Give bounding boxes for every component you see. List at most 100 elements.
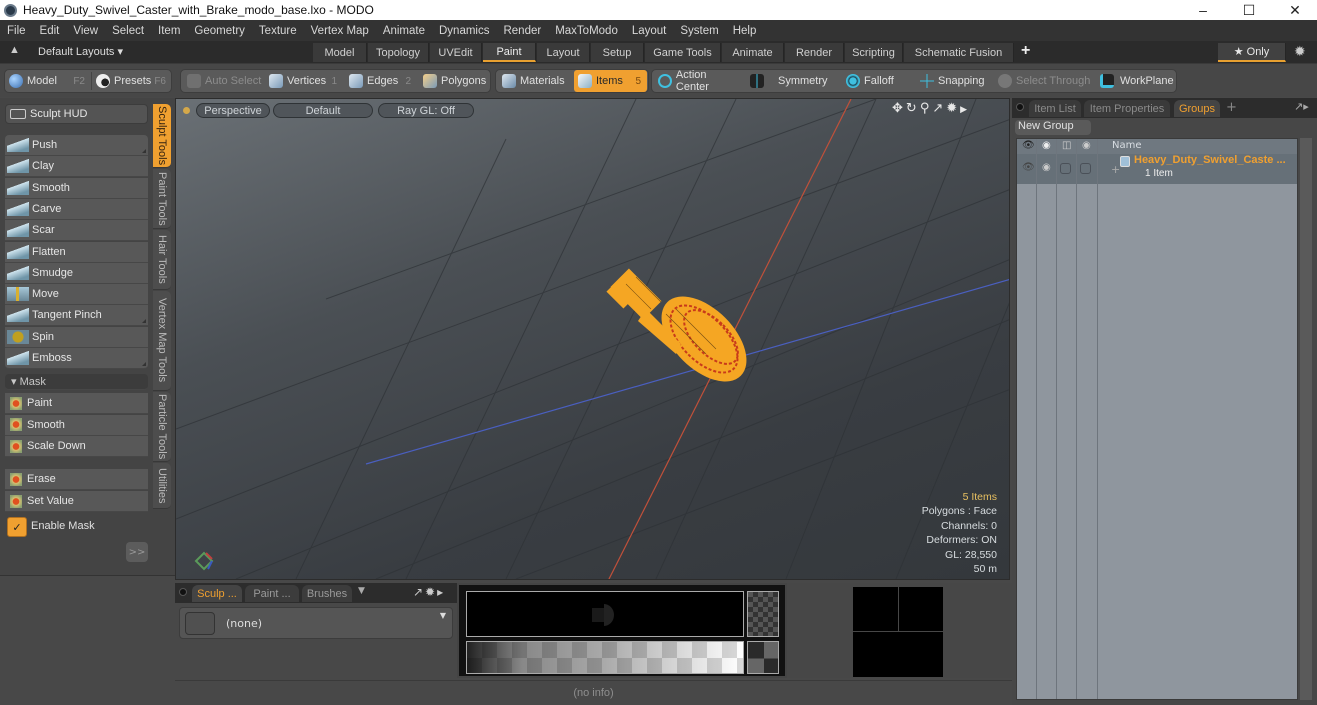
tab-dropdown-icon[interactable]: ▼ [358,586,365,596]
tab-scripting[interactable]: Scripting [845,43,903,62]
panel-options-icon[interactable] [179,588,187,596]
tool-carve[interactable]: Carve [5,198,148,220]
presets-button[interactable]: Presets F6 [92,70,172,92]
render-column-icon[interactable]: ◉ [1042,140,1051,151]
brush-panel-controls-icon[interactable]: ↗✹▸ [413,585,445,599]
vtab-particle-tools[interactable]: Particle Tools [153,392,171,462]
only-filter-button[interactable]: ★ Only [1218,43,1286,62]
shading-button[interactable]: Default [273,103,373,118]
tab-schematic-fusion[interactable]: Schematic Fusion [904,43,1014,62]
tool-mask-scale-down[interactable]: Scale Down [5,436,148,457]
minimize-button[interactable]: – [1180,0,1226,20]
menu-layout[interactable]: Layout [625,25,674,37]
viewport-menu-arrow-icon[interactable]: ▶ [960,105,970,115]
tool-mask-paint[interactable]: Paint [5,393,148,414]
edges-button[interactable]: Edges 2 [345,70,417,92]
alpha-swatch[interactable] [747,591,779,637]
new-group-button[interactable]: New Group [1015,120,1091,135]
menu-render[interactable]: Render [496,25,548,37]
enable-mask-checkbox[interactable]: ✓ [7,517,27,537]
tab-topology[interactable]: Topology [368,43,429,62]
viewport-gear-icon[interactable]: ✹ [946,101,960,116]
vtab-paint-tools[interactable]: Paint Tools [153,169,171,229]
settings-gear-icon[interactable]: ✹ [1294,43,1306,60]
tool-move[interactable]: Move [5,284,148,306]
close-button[interactable]: ✕ [1272,0,1317,20]
menu-system[interactable]: System [673,25,725,37]
snapping-button[interactable]: Snapping [916,70,992,92]
falloff-button[interactable]: Falloff [842,70,912,92]
tab-animate[interactable]: Animate [722,43,784,62]
expand-button[interactable]: >> [126,542,148,562]
tab-brushes[interactable]: Brushes [302,585,352,602]
items-button[interactable]: Items 5 [574,70,647,92]
symmetry-button[interactable]: Symmetry [746,70,832,92]
vtab-vertex-map-tools[interactable]: Vertex Map Tools [153,291,171,391]
tab-sculpt-presets[interactable]: Sculp ... [192,585,242,602]
group-row[interactable]: 👁 ◉ + Heavy_Duty_Swivel_Caste ... 1 Item [1017,154,1297,184]
tab-item-list[interactable]: Item List [1029,100,1081,117]
select-column-icon[interactable]: ◉ [1082,140,1091,151]
tool-push[interactable]: Push [5,135,148,156]
visibility-column-icon[interactable]: 👁 [1022,140,1035,151]
rotate-icon[interactable]: ↻ [906,101,920,116]
tool-mask-smooth[interactable]: Smooth [5,414,148,436]
add-tab-button[interactable]: + [1226,100,1237,115]
view-mode-button[interactable]: Perspective [196,103,270,118]
gradient-alpha-swatch[interactable] [747,641,779,674]
menu-edit[interactable]: Edit [33,25,67,37]
tab-item-properties[interactable]: Item Properties [1084,100,1170,117]
tool-smudge[interactable]: Smudge [5,262,148,284]
row-lock-toggle[interactable] [1060,163,1071,174]
vtab-utilities[interactable]: Utilities [153,463,171,509]
3d-viewport[interactable]: Perspective Default Ray GL: Off ✥↻⚲↗✹▶ 5… [175,98,1010,580]
tool-smooth[interactable]: Smooth [5,177,148,199]
menu-dynamics[interactable]: Dynamics [432,25,496,37]
menu-view[interactable]: View [66,25,105,37]
caster-mesh-wireframe[interactable] [606,268,762,397]
vertices-button[interactable]: Vertices 1 [265,70,343,92]
preset-selector[interactable]: (none) ▼ [179,607,453,639]
polygons-button[interactable]: Polygons [419,70,489,92]
tab-groups[interactable]: Groups [1174,100,1220,117]
pan-icon[interactable]: ✥ [892,101,906,116]
maximize-button[interactable]: ☐ [1226,0,1272,20]
gradient-swatch[interactable] [466,641,744,674]
tab-paint[interactable]: Paint [483,43,536,62]
menu-vertex-map[interactable]: Vertex Map [304,25,376,37]
group-name[interactable]: Heavy_Duty_Swivel_Caste ... [1134,154,1286,166]
tool-tangent-pinch[interactable]: Tangent Pinch [5,305,148,327]
mask-section-header[interactable]: ▾ Mask [5,374,148,390]
tool-mask-set-value[interactable]: Set Value [5,491,148,512]
row-render-toggle[interactable]: ◉ [1042,162,1051,173]
select-through-button[interactable]: Select Through [994,70,1094,92]
viewport-options-icon[interactable] [183,107,190,114]
zoom-icon[interactable]: ⚲ [920,101,933,116]
action-center-button[interactable]: Action Center [654,69,742,93]
tool-scar[interactable]: Scar [5,220,148,242]
tab-setup[interactable]: Setup [591,43,644,62]
right-panel-maximize-icon[interactable]: ↗▸ [1294,100,1309,113]
tab-layout[interactable]: Layout [537,43,590,62]
expand-group-icon[interactable]: + [1111,163,1120,176]
tool-clay[interactable]: Clay [5,156,148,178]
row-select-toggle[interactable] [1080,163,1091,174]
materials-button[interactable]: Materials [498,70,570,92]
tab-game-tools[interactable]: Game Tools [645,43,721,62]
auto-select-button[interactable]: Auto Select [183,70,263,92]
add-layout-tab-button[interactable]: + [1021,42,1030,60]
tab-uvedit[interactable]: UVEdit [430,43,482,62]
tool-flatten[interactable]: Flatten [5,241,148,263]
row-visibility-toggle[interactable]: 👁 [1022,162,1035,173]
menu-file[interactable]: File [0,25,33,37]
menu-item[interactable]: Item [151,25,187,37]
lock-column-icon[interactable]: ◫ [1062,140,1071,151]
tool-mask-erase[interactable]: Erase [5,469,148,490]
right-panel-options-icon[interactable] [1016,103,1024,111]
maximize-viewport-icon[interactable]: ↗ [932,101,946,116]
vtab-hair-tools[interactable]: Hair Tools [153,230,171,290]
tab-model[interactable]: Model [313,43,367,62]
default-layouts-dropdown[interactable]: Default Layouts ▾ [38,45,123,58]
menu-texture[interactable]: Texture [252,25,304,37]
tool-spin[interactable]: Spin [5,326,148,348]
